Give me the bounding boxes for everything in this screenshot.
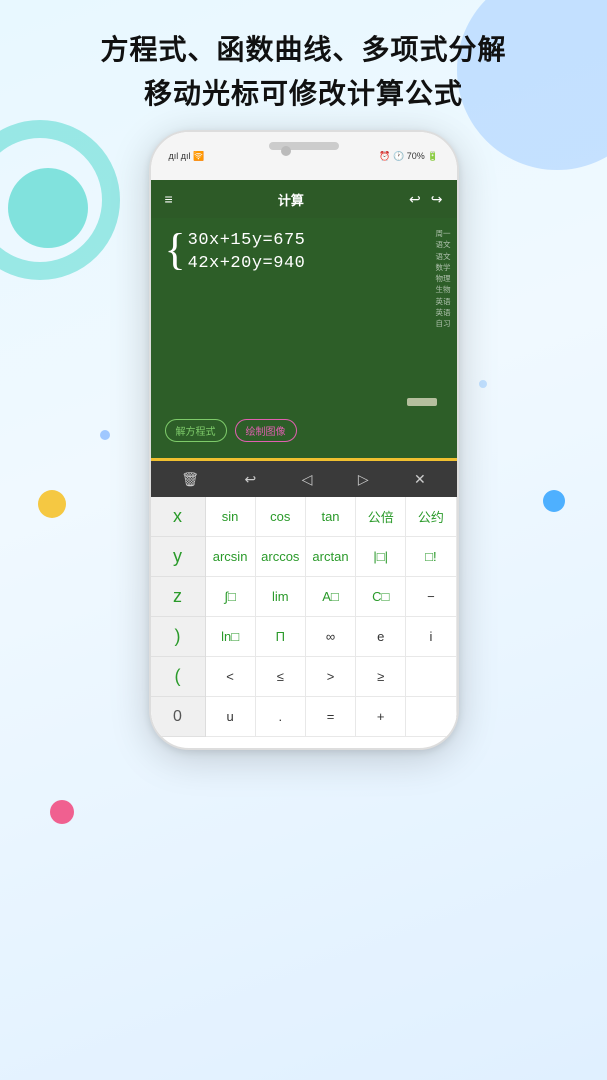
notch-camera [281, 146, 291, 156]
equation-display: { 30x+15y=675 42x+20y=940 [165, 232, 443, 407]
key-tan[interactable]: tan [306, 497, 356, 537]
bg-dot-yellow [38, 490, 66, 518]
sidebar-label-2: 语文 [436, 239, 451, 250]
key-greater-equal[interactable]: ≥ [356, 657, 406, 697]
chalk-eraser [407, 398, 437, 406]
redo-icon[interactable]: ↪ [431, 191, 443, 208]
key-ln[interactable]: ln□ [206, 617, 256, 657]
key-less-than[interactable]: < [206, 657, 256, 697]
menu-icon[interactable]: ≡ [165, 191, 173, 207]
sidebar-label-8: 英语 [436, 307, 451, 318]
key-imaginary[interactable]: i [406, 617, 456, 657]
key-lim[interactable]: lim [256, 577, 306, 617]
key-x[interactable]: x [151, 497, 205, 537]
phone-mockup: дıl дıl 🛜 ⏰ 🕐 70% 🔋 ≡ 计算 ↩ ↪ 周一 语文 语文 数学… [149, 130, 459, 750]
sidebar-label-6: 生物 [436, 284, 451, 295]
toolbar-close-button[interactable]: ✕ [410, 467, 430, 492]
key-empty-5 [406, 657, 456, 697]
key-arcsin[interactable]: arcsin [206, 537, 256, 577]
brace-symbol: { [165, 230, 186, 270]
key-euler[interactable]: e [356, 617, 406, 657]
key-gcd[interactable]: 公约 [406, 497, 456, 537]
app-title: 计算 [278, 190, 304, 209]
equation-brace: { 30x+15y=675 42x+20y=940 [165, 232, 443, 273]
sidebar-label-7: 英语 [436, 296, 451, 307]
sidebar-label-1: 周一 [436, 228, 451, 239]
bg-dot-pink [50, 800, 74, 824]
key-bracket[interactable]: □! [406, 537, 456, 577]
bg-dot-small2 [479, 380, 487, 388]
equations-lines: 30x+15y=675 42x+20y=940 [188, 232, 306, 273]
key-greater-than[interactable]: > [306, 657, 356, 697]
key-empty-6 [406, 697, 456, 737]
key-u[interactable]: u [206, 697, 256, 737]
math-keyboard: x y z ) ( 0 sin cos tan 公倍 公约 arcsin arc… [151, 497, 457, 737]
sidebar-label-3: 语文 [436, 251, 451, 262]
key-equals[interactable]: = [306, 697, 356, 737]
draw-graph-button[interactable]: 绘制图像 [235, 419, 297, 442]
title-area: 方程式、函数曲线、多项式分解 移动光标可修改计算公式 [0, 28, 607, 112]
sidebar-label-9: 自习 [436, 318, 451, 329]
key-less-equal[interactable]: ≤ [256, 657, 306, 697]
bg-dot-blue [543, 490, 565, 512]
solve-equation-button[interactable]: 解方程式 [165, 419, 227, 442]
delete-button[interactable]: 🗑 [177, 467, 203, 492]
key-combination[interactable]: C□ [356, 577, 406, 617]
key-permutation[interactable]: A□ [306, 577, 356, 617]
key-open-paren[interactable]: ( [151, 657, 205, 697]
title-line2: 移动光标可修改计算公式 [0, 72, 607, 112]
key-arccos[interactable]: arccos [256, 537, 306, 577]
key-minus[interactable]: − [406, 577, 456, 617]
signal-indicator: дıl дıl 🛜 [169, 151, 205, 162]
equation-line-1: 30x+15y=675 [188, 232, 306, 251]
action-buttons: 解方程式 绘制图像 [165, 419, 443, 448]
key-plus[interactable]: + [356, 697, 406, 737]
sidebar-label-4: 数学 [436, 262, 451, 273]
key-pi[interactable]: Π [256, 617, 306, 657]
keyboard-left-panel: x y z ) ( 0 [151, 497, 206, 737]
key-y[interactable]: y [151, 537, 205, 577]
key-zero[interactable]: 0 [151, 697, 205, 737]
phone-frame: дıl дıl 🛜 ⏰ 🕐 70% 🔋 ≡ 计算 ↩ ↪ 周一 语文 语文 数学… [149, 130, 459, 750]
chalkboard: 周一 语文 语文 数学 物理 生物 英语 英语 自习 { 30x+15y=675… [151, 218, 457, 458]
app-header: ≡ 计算 ↩ ↪ [151, 180, 457, 218]
sidebar-label-5: 物理 [436, 273, 451, 284]
sidebar-labels: 周一 语文 语文 数学 物理 生物 英语 英语 自习 [436, 228, 451, 329]
bg-ring-inner-decoration [8, 168, 88, 248]
key-lcm[interactable]: 公倍 [356, 497, 406, 537]
key-close-paren[interactable]: ) [151, 617, 205, 657]
key-sin[interactable]: sin [206, 497, 256, 537]
battery-indicator: ⏰ 🕐 70% 🔋 [379, 151, 438, 162]
key-abs[interactable]: |□| [356, 537, 406, 577]
key-cos[interactable]: cos [256, 497, 306, 537]
title-text-1: 方程式、函数曲线、多项式分解 [100, 34, 506, 65]
undo-icon[interactable]: ↩ [409, 191, 421, 208]
status-bar: дıl дıl 🛜 ⏰ 🕐 70% 🔋 [151, 132, 457, 180]
toolbar-undo-button[interactable]: ↩ [240, 467, 260, 492]
toolbar-right-button[interactable]: ▷ [354, 467, 373, 492]
key-arctan[interactable]: arctan [306, 537, 356, 577]
title-text-2: 移动光标可修改计算公式 [144, 78, 463, 109]
key-z[interactable]: z [151, 577, 205, 617]
key-infinity[interactable]: ∞ [306, 617, 356, 657]
bg-dot-small [100, 430, 110, 440]
key-integral[interactable]: ∫□ [206, 577, 256, 617]
keyboard-right-panel: sin cos tan 公倍 公约 arcsin arccos arctan |… [206, 497, 457, 737]
title-line1: 方程式、函数曲线、多项式分解 [0, 28, 607, 68]
key-dot[interactable]: . [256, 697, 306, 737]
equation-line-2: 42x+20y=940 [188, 255, 306, 274]
toolbar-left-button[interactable]: ◁ [298, 467, 317, 492]
toolbar: 🗑 ↩ ◁ ▷ ✕ [151, 461, 457, 497]
notch-bar [269, 142, 339, 150]
